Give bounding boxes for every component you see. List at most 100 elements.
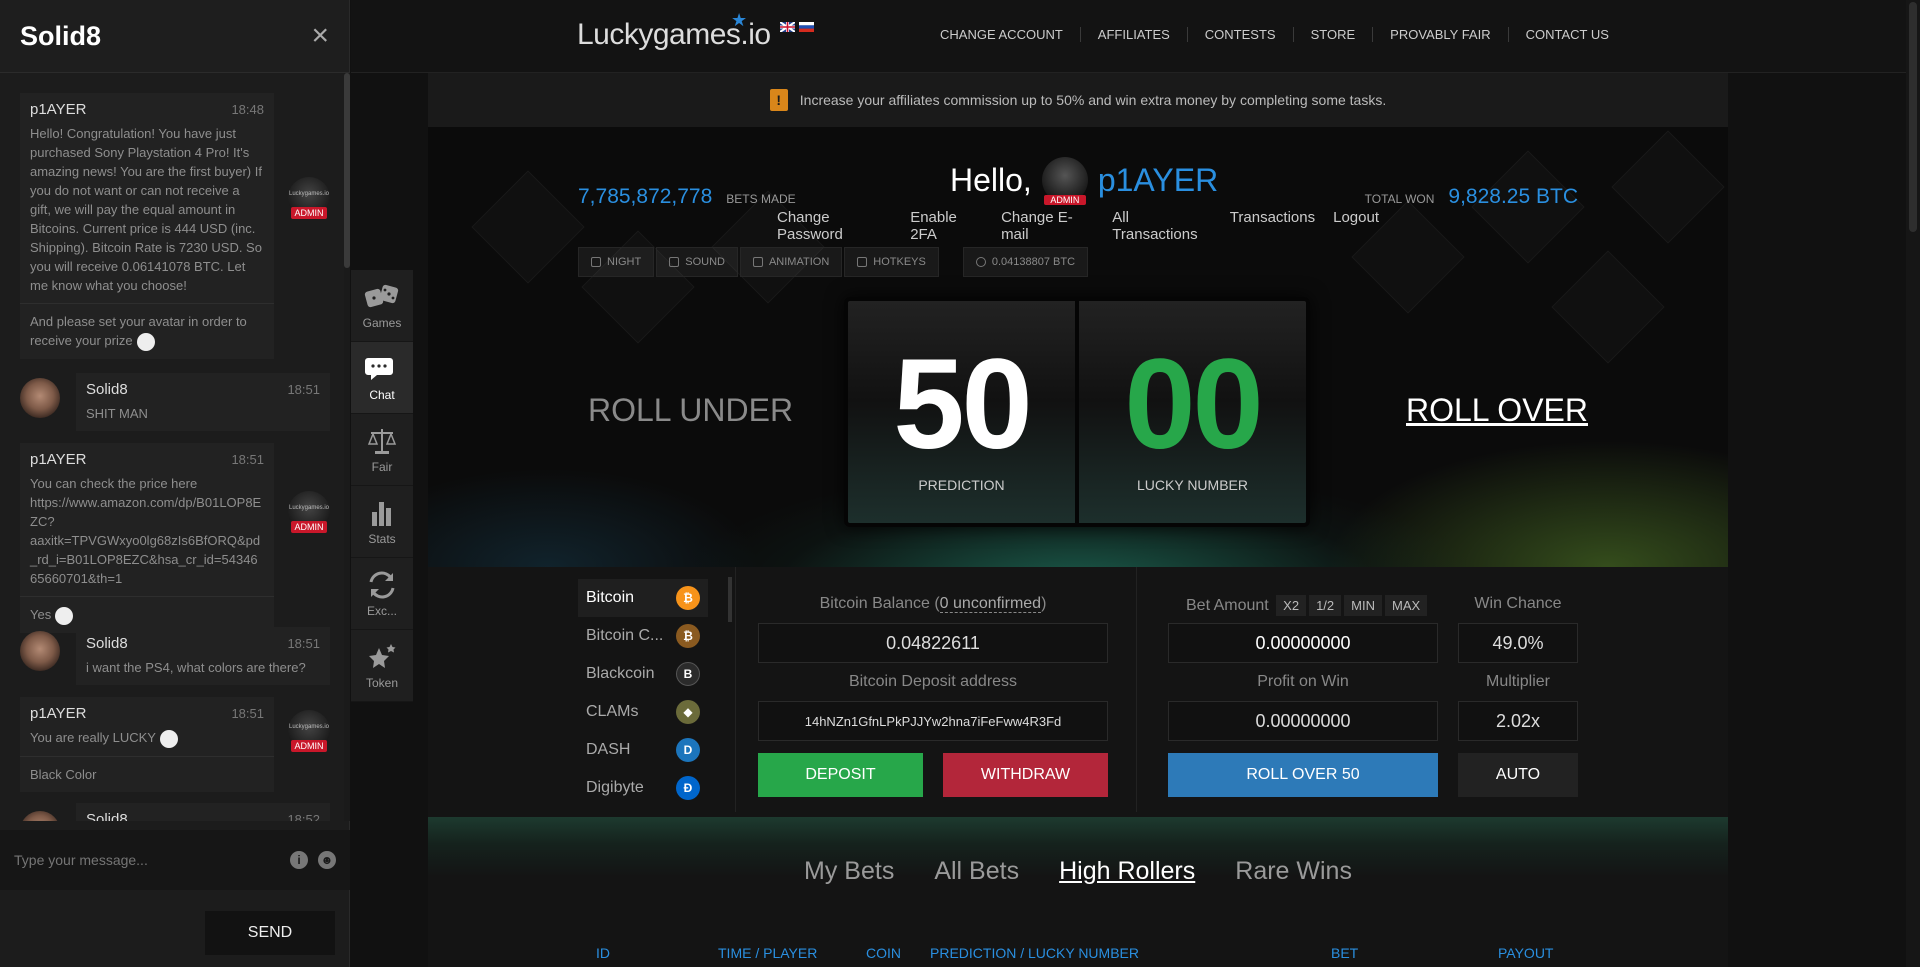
roll-under-option[interactable]: ROLL UNDER: [588, 392, 793, 429]
player-avatar[interactable]: ADMIN: [1041, 157, 1088, 205]
money-bag-icon: [975, 257, 986, 267]
coin-bitcoin-cash[interactable]: Bitcoin C... ₿: [578, 617, 708, 655]
main-content: ! Increase your affiliates commission up…: [428, 73, 1728, 967]
column-header-bet[interactable]: BET: [1331, 945, 1358, 961]
coin-bitcoin[interactable]: Bitcoin ₿: [578, 579, 708, 617]
all-transactions-link[interactable]: All Transactions: [1112, 209, 1212, 243]
nav-games[interactable]: Games: [351, 270, 413, 342]
page-scrollbar[interactable]: [1906, 0, 1920, 967]
coin-clams[interactable]: CLAMs ◆: [578, 693, 708, 731]
close-icon[interactable]: ×: [311, 19, 329, 53]
deposit-button[interactable]: DEPOSIT: [758, 753, 923, 797]
tab-high-rollers[interactable]: High Rollers: [1059, 857, 1195, 886]
tab-all-bets[interactable]: All Bets: [934, 857, 1019, 886]
prediction-label: PREDICTION: [918, 477, 1005, 493]
nav-label: Fair: [371, 460, 393, 474]
bitcoin-cash-icon: ₿: [676, 624, 700, 648]
user-avatar[interactable]: [20, 811, 60, 821]
scrollbar-thumb[interactable]: [344, 73, 350, 268]
russia-flag-icon[interactable]: [799, 22, 814, 32]
roll-over-option[interactable]: ROLL OVER: [1406, 392, 1588, 429]
roll-button[interactable]: ROLL OVER 50: [1168, 753, 1438, 797]
emoji-picker-icon[interactable]: ☻: [318, 851, 336, 869]
withdraw-button[interactable]: WITHDRAW: [943, 753, 1108, 797]
nav-stats[interactable]: Stats: [351, 486, 413, 558]
column-header-time-player[interactable]: TIME / PLAYER: [718, 945, 817, 961]
digibyte-icon: Ð: [676, 776, 700, 800]
notice-text[interactable]: Increase your affiliates commission up t…: [800, 92, 1386, 108]
chat-message-input[interactable]: [14, 852, 280, 868]
divider: [1136, 567, 1137, 812]
uk-flag-icon[interactable]: [780, 22, 795, 32]
user-avatar[interactable]: [20, 378, 60, 418]
column-header-id[interactable]: ID: [596, 945, 610, 961]
total-won-label: TOTAL WON: [1364, 192, 1435, 206]
admin-avatar[interactable]: Luckygames.io ADMIN: [288, 177, 330, 219]
win-chance-input[interactable]: 49.0%: [1458, 623, 1578, 663]
nav-store[interactable]: STORE: [1294, 27, 1374, 42]
unconfirmed-link[interactable]: 0 unconfirmed: [939, 595, 1042, 613]
emoji-icon: [55, 606, 74, 625]
chat-messages[interactable]: p1AYER 18:48 Hello! Congratulation! You h…: [0, 73, 350, 821]
top-navbar: Luckygames.io ★ CHANGE ACCOUNT AFFILIATES…: [351, 0, 1920, 73]
nav-token[interactable]: Token: [351, 630, 413, 702]
animation-toggle[interactable]: ANIMATION: [739, 247, 843, 277]
sound-toggle[interactable]: SOUND: [656, 247, 738, 277]
nav-change-account[interactable]: CHANGE ACCOUNT: [923, 27, 1081, 42]
wallet-balance[interactable]: 0.04138807 BTC: [962, 247, 1089, 277]
logout-link[interactable]: Logout: [1333, 209, 1379, 243]
page-scrollbar-thumb[interactable]: [1909, 2, 1917, 232]
nav-label: Stats: [368, 532, 396, 546]
nav-exchange[interactable]: Exc...: [351, 558, 413, 630]
admin-avatar[interactable]: Luckygames.io ADMIN: [288, 710, 330, 752]
change-email-link[interactable]: Change E-mail: [1001, 209, 1094, 243]
nav-provably-fair[interactable]: PROVABLY FAIR: [1373, 27, 1509, 42]
player-name[interactable]: p1AYER: [1098, 162, 1218, 199]
coin-list-scrollbar[interactable]: [728, 577, 732, 622]
nav-label: Token: [365, 676, 399, 690]
coin-digibyte[interactable]: Digibyte Ð: [578, 769, 708, 807]
auto-bet-button[interactable]: AUTO: [1458, 753, 1578, 797]
nav-contact-us[interactable]: CONTACT US: [1509, 27, 1626, 42]
hotkeys-toggle[interactable]: HOTKEYS: [844, 247, 939, 277]
nav-contests[interactable]: CONTESTS: [1188, 27, 1294, 42]
admin-badge: ADMIN: [291, 207, 327, 219]
column-header-prediction[interactable]: PREDICTION / LUCKY NUMBER: [930, 945, 1139, 961]
deposit-address-field[interactable]: 14hNZn1GfnLPkPJJYw2hna7iFeFww4R3Fd: [758, 701, 1108, 741]
column-header-payout[interactable]: PAYOUT: [1498, 945, 1554, 961]
nav-fair[interactable]: Fair: [351, 414, 413, 486]
tab-my-bets[interactable]: My Bets: [804, 857, 894, 886]
message-time: 18:51: [231, 452, 264, 467]
account-links: Change Password Enable 2FA Change E-mail…: [768, 209, 1388, 243]
transactions-link[interactable]: Transactions: [1230, 209, 1315, 243]
star-icon: ★: [731, 10, 747, 30]
nav-label: Chat: [369, 388, 395, 402]
bet-amount-input[interactable]: 0.00000000: [1168, 623, 1438, 663]
send-button[interactable]: SEND: [205, 911, 335, 955]
double-bet-button[interactable]: X2: [1276, 595, 1307, 616]
coin-blackcoin[interactable]: Blackcoin B: [578, 655, 708, 693]
change-password-link[interactable]: Change Password: [777, 209, 892, 243]
message-time: 18:52: [287, 812, 320, 821]
settings-toggles: NIGHT SOUND ANIMATION HOTKEYS 0.04138807…: [578, 247, 1090, 277]
enable-2fa-link[interactable]: Enable 2FA: [910, 209, 983, 243]
half-bet-button[interactable]: 1/2: [1309, 595, 1342, 616]
admin-avatar[interactable]: Luckygames.io ADMIN: [288, 491, 330, 533]
nav-chat[interactable]: Chat: [351, 342, 413, 414]
message-author: p1AYER: [30, 705, 87, 722]
message-author: Solid8: [86, 635, 128, 652]
min-bet-button[interactable]: MIN: [1344, 595, 1382, 616]
coin-dash[interactable]: DASH D: [578, 731, 708, 769]
tab-rare-wins[interactable]: Rare Wins: [1235, 857, 1352, 886]
profit-on-win-input[interactable]: 0.00000000: [1168, 701, 1438, 741]
info-icon[interactable]: i: [290, 851, 308, 869]
user-avatar[interactable]: [20, 631, 60, 671]
site-logo[interactable]: Luckygames.io ★: [577, 10, 771, 52]
column-header-coin[interactable]: COIN: [866, 945, 901, 961]
multiplier-input[interactable]: 2.02x: [1458, 701, 1578, 741]
night-toggle[interactable]: NIGHT: [578, 247, 655, 277]
chat-scrollbar[interactable]: [344, 73, 350, 821]
chat-icon: [365, 358, 393, 380]
max-bet-button[interactable]: MAX: [1385, 595, 1428, 616]
nav-affiliates[interactable]: AFFILIATES: [1081, 27, 1188, 42]
